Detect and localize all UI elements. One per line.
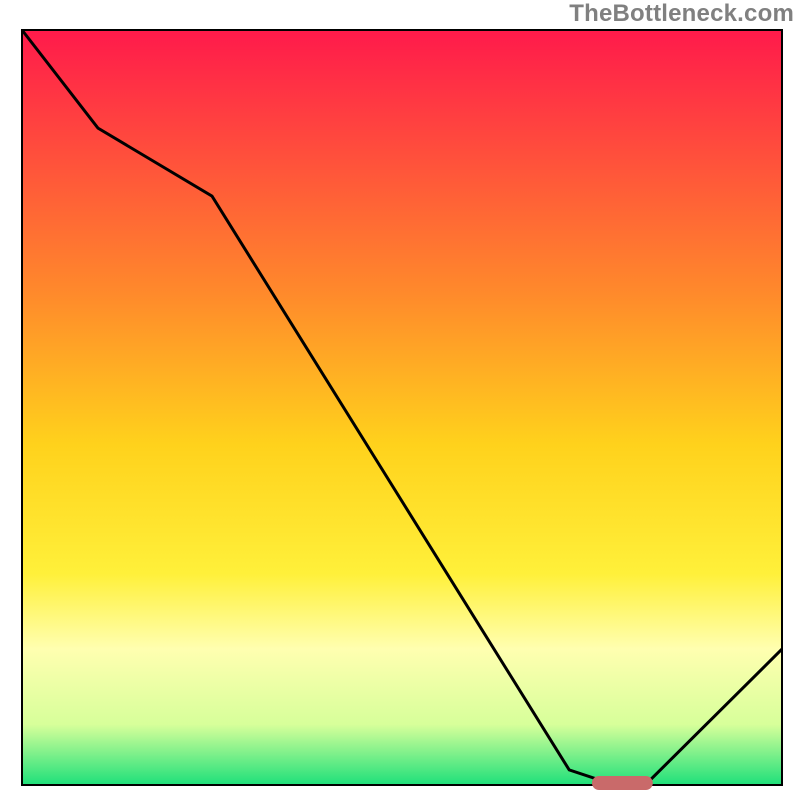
gradient-background xyxy=(22,30,782,785)
attribution-label: TheBottleneck.com xyxy=(569,0,794,28)
chart-container: TheBottleneck.com xyxy=(0,0,800,800)
optimal-range-marker xyxy=(592,776,653,790)
bottleneck-chart xyxy=(0,0,800,800)
